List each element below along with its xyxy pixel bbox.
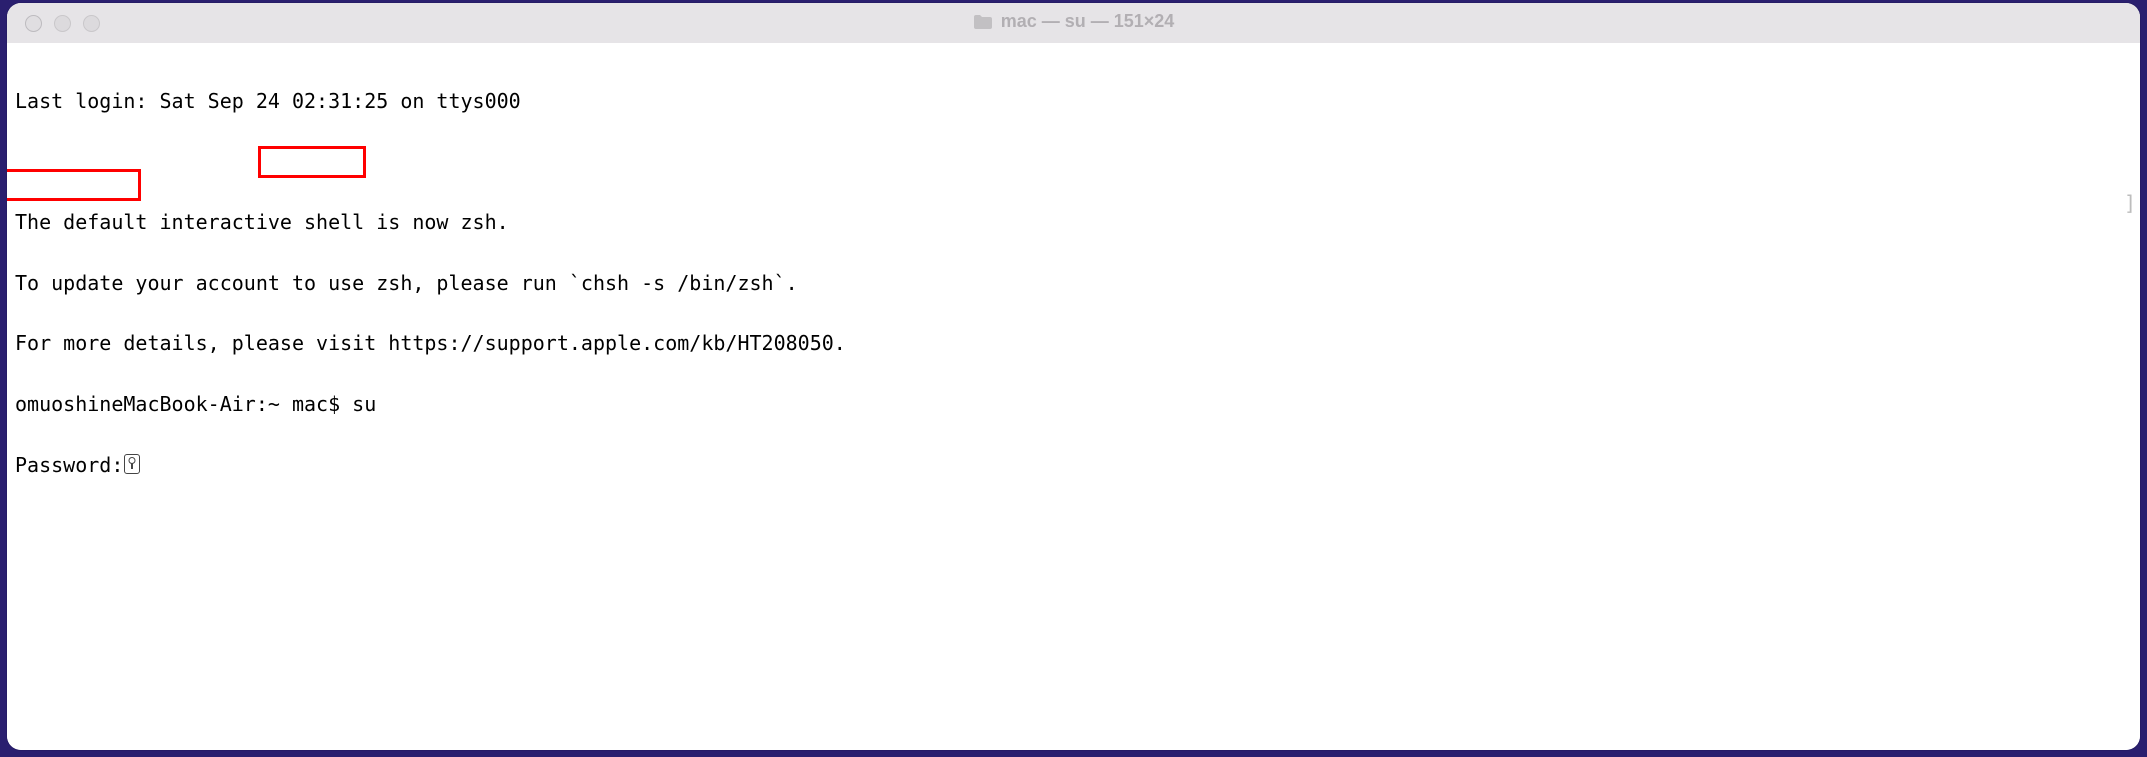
titlebar: mac — su — 151×24 bbox=[7, 3, 2140, 43]
window-title-text: mac — su — 151×24 bbox=[1001, 11, 1175, 32]
close-button[interactable] bbox=[25, 15, 42, 32]
annotation-box bbox=[7, 169, 141, 201]
traffic-lights bbox=[7, 15, 100, 32]
scroll-indicator: ] bbox=[2124, 193, 2136, 213]
window-title: mac — su — 151×24 bbox=[973, 11, 1175, 32]
terminal-line: The default interactive shell is now zsh… bbox=[15, 212, 2132, 233]
folder-icon bbox=[973, 14, 993, 30]
terminal-window: mac — su — 151×24 Last login: Sat Sep 24… bbox=[7, 3, 2140, 750]
terminal-line: Last login: Sat Sep 24 02:31:25 on ttys0… bbox=[15, 91, 2132, 112]
terminal-line: To update your account to use zsh, pleas… bbox=[15, 273, 2132, 294]
password-label: Password: bbox=[15, 453, 123, 477]
terminal-content[interactable]: Last login: Sat Sep 24 02:31:25 on ttys0… bbox=[7, 43, 2140, 750]
terminal-line: For more details, please visit https://s… bbox=[15, 333, 2132, 354]
key-icon bbox=[124, 454, 140, 474]
zoom-button[interactable] bbox=[83, 15, 100, 32]
terminal-line bbox=[15, 152, 2132, 173]
terminal-prompt-line: omuoshineMacBook-Air:~ mac$ su bbox=[15, 394, 2132, 415]
terminal-password-line: Password: bbox=[15, 454, 2132, 475]
minimize-button[interactable] bbox=[54, 15, 71, 32]
